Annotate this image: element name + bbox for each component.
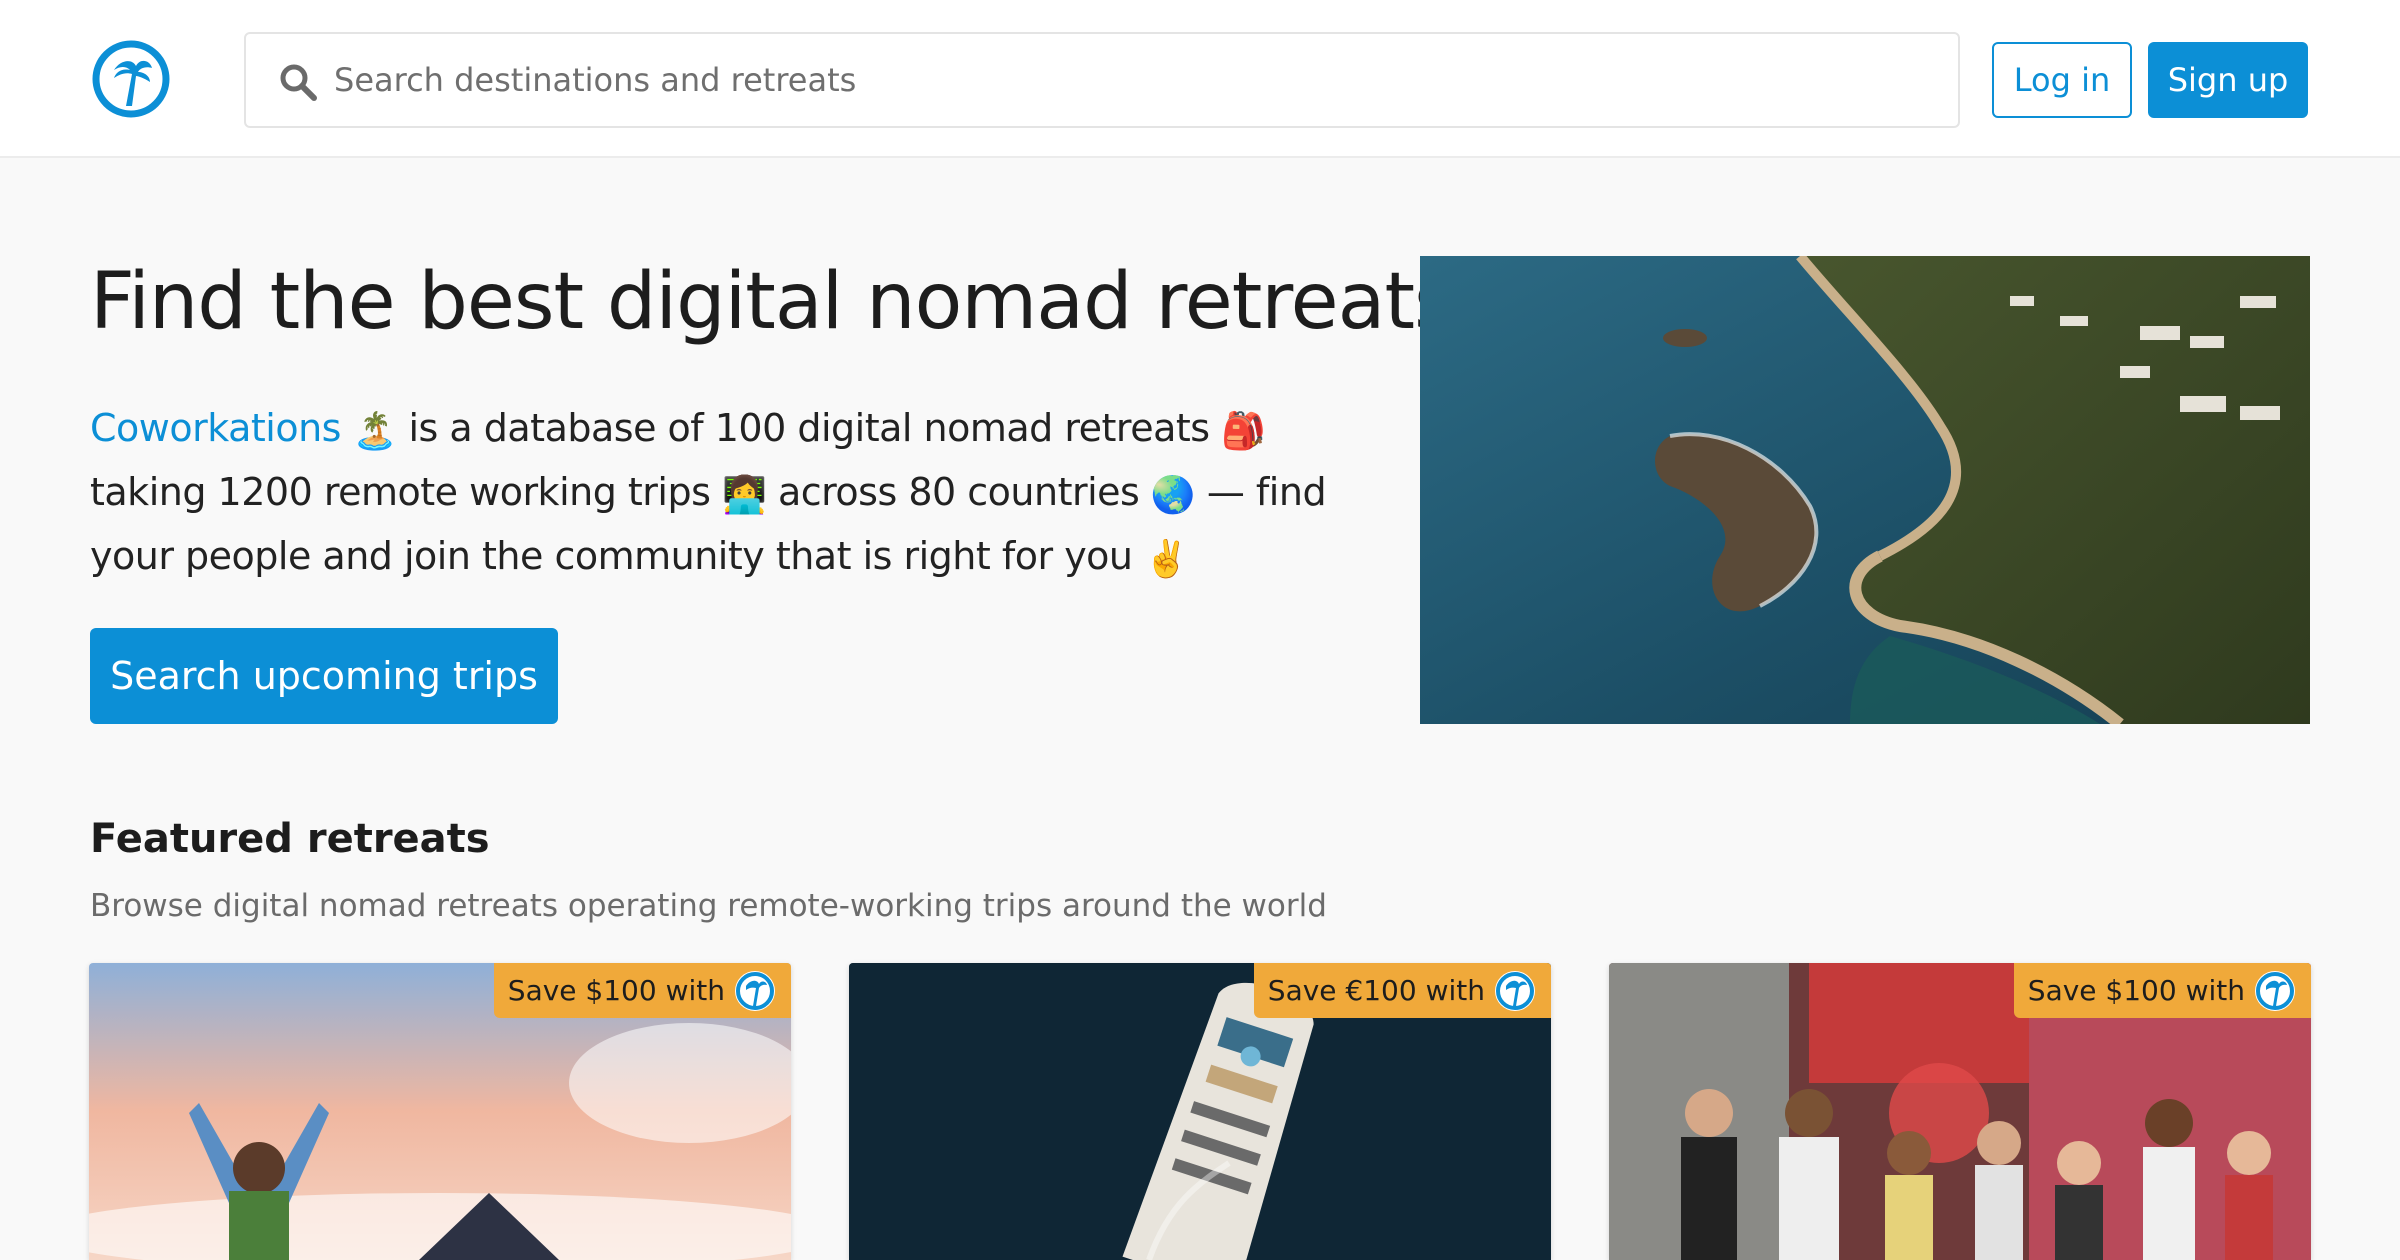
palm-tree-badge-icon [2255, 970, 2295, 1011]
discount-badge: Save €100 with [1253, 963, 1551, 1018]
globe-emoji-icon: 🌏 [1150, 475, 1196, 516]
hero-desc-part-2: taking 1200 remote working trips [90, 470, 711, 514]
hero-coastline-image [1420, 256, 2310, 724]
island-emoji-icon: 🏝️ [352, 411, 398, 452]
hero-title: Find the best digital nomad retreats [90, 257, 1455, 347]
laptop-emoji-icon: 👩‍💻 [722, 475, 767, 516]
discount-badge: Save $100 with [2013, 963, 2311, 1018]
discount-badge-text: Save $100 with [2027, 974, 2245, 1007]
discount-badge-text: Save $100 with [507, 974, 725, 1007]
hero-desc-part-1: is a database of 100 digital nomad retre… [408, 406, 1210, 450]
palm-tree-badge-icon [735, 970, 775, 1011]
backpack-emoji-icon: 🎒 [1221, 411, 1266, 452]
search-upcoming-trips-button[interactable]: Search upcoming trips [90, 628, 558, 724]
top-navbar: Log in Sign up [0, 0, 2400, 158]
retreat-card[interactable]: Save €100 with [849, 963, 1551, 1260]
featured-section-subtitle: Browse digital nomad retreats operating … [90, 888, 1327, 924]
discount-badge-text: Save €100 with [1267, 974, 1485, 1007]
palm-tree-badge-icon [1495, 970, 1535, 1011]
retreat-card[interactable]: Save $100 with [1609, 963, 2311, 1260]
hero-desc-part-3: across 80 countries [777, 470, 1140, 514]
search-input[interactable] [334, 34, 1934, 126]
retreat-card[interactable]: Save $100 with [89, 963, 791, 1260]
brand-link[interactable]: Coworkations [90, 406, 341, 450]
login-button[interactable]: Log in [1992, 42, 2132, 118]
peace-emoji-icon: ✌️ [1144, 539, 1189, 580]
discount-badge: Save $100 with [493, 963, 791, 1018]
hero-description: Coworkations 🏝️ is a database of 100 dig… [90, 398, 1390, 590]
signup-button[interactable]: Sign up [2148, 42, 2308, 118]
search-bar[interactable] [244, 32, 1960, 128]
search-icon [280, 64, 317, 101]
featured-section-title: Featured retreats [90, 816, 490, 862]
palm-tree-logo-icon[interactable] [92, 40, 170, 118]
